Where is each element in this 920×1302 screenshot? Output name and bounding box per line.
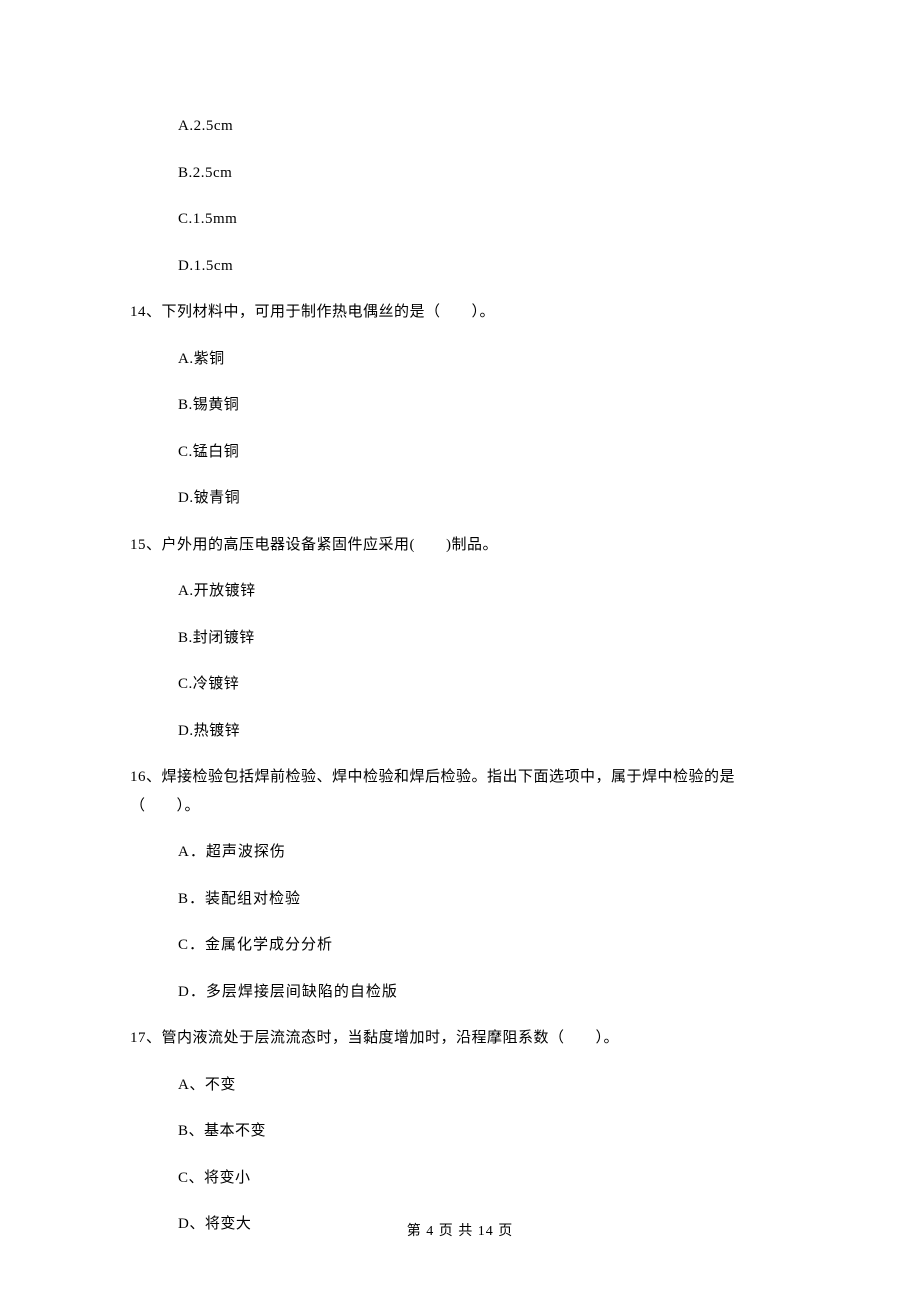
q17-option-a: A、不变 xyxy=(178,1074,790,1097)
q13-option-c: C.1.5mm xyxy=(178,208,790,231)
q13-option-b: B.2.5cm xyxy=(178,162,790,185)
q15-text: 15、户外用的高压电器设备紧固件应采用( )制品。 xyxy=(130,534,790,557)
q16-option-a: A．超声波探伤 xyxy=(178,841,790,864)
q14-option-b: B.锡黄铜 xyxy=(178,394,790,417)
q16-option-d: D．多层焊接层间缺陷的自检版 xyxy=(178,981,790,1004)
q16-option-b: B．装配组对检验 xyxy=(178,888,790,911)
q14-option-a: A.紫铜 xyxy=(178,348,790,371)
q16-option-c: C．金属化学成分分析 xyxy=(178,934,790,957)
q14-option-d: D.铍青铜 xyxy=(178,487,790,510)
q14-text: 14、下列材料中，可用于制作热电偶丝的是（ ）。 xyxy=(130,301,790,324)
q15-option-c: C.冷镀锌 xyxy=(178,673,790,696)
q15-option-a: A.开放镀锌 xyxy=(178,580,790,603)
q17-text: 17、管内液流处于层流流态时，当黏度增加时，沿程摩阻系数（ ）。 xyxy=(130,1027,790,1050)
page-footer: 第 4 页 共 14 页 xyxy=(0,1221,920,1242)
q17-option-b: B、基本不变 xyxy=(178,1120,790,1143)
q17-option-c: C、将变小 xyxy=(178,1167,790,1190)
q13-option-d: D.1.5cm xyxy=(178,255,790,278)
q13-option-a: A.2.5cm xyxy=(178,115,790,138)
q14-option-c: C.锰白铜 xyxy=(178,441,790,464)
q16-text-line2: （ ）。 xyxy=(130,795,790,818)
q15-option-b: B.封闭镀锌 xyxy=(178,627,790,650)
q16-text-line1: 16、焊接检验包括焊前检验、焊中检验和焊后检验。指出下面选项中，属于焊中检验的是 xyxy=(130,766,790,789)
q15-option-d: D.热镀锌 xyxy=(178,720,790,743)
